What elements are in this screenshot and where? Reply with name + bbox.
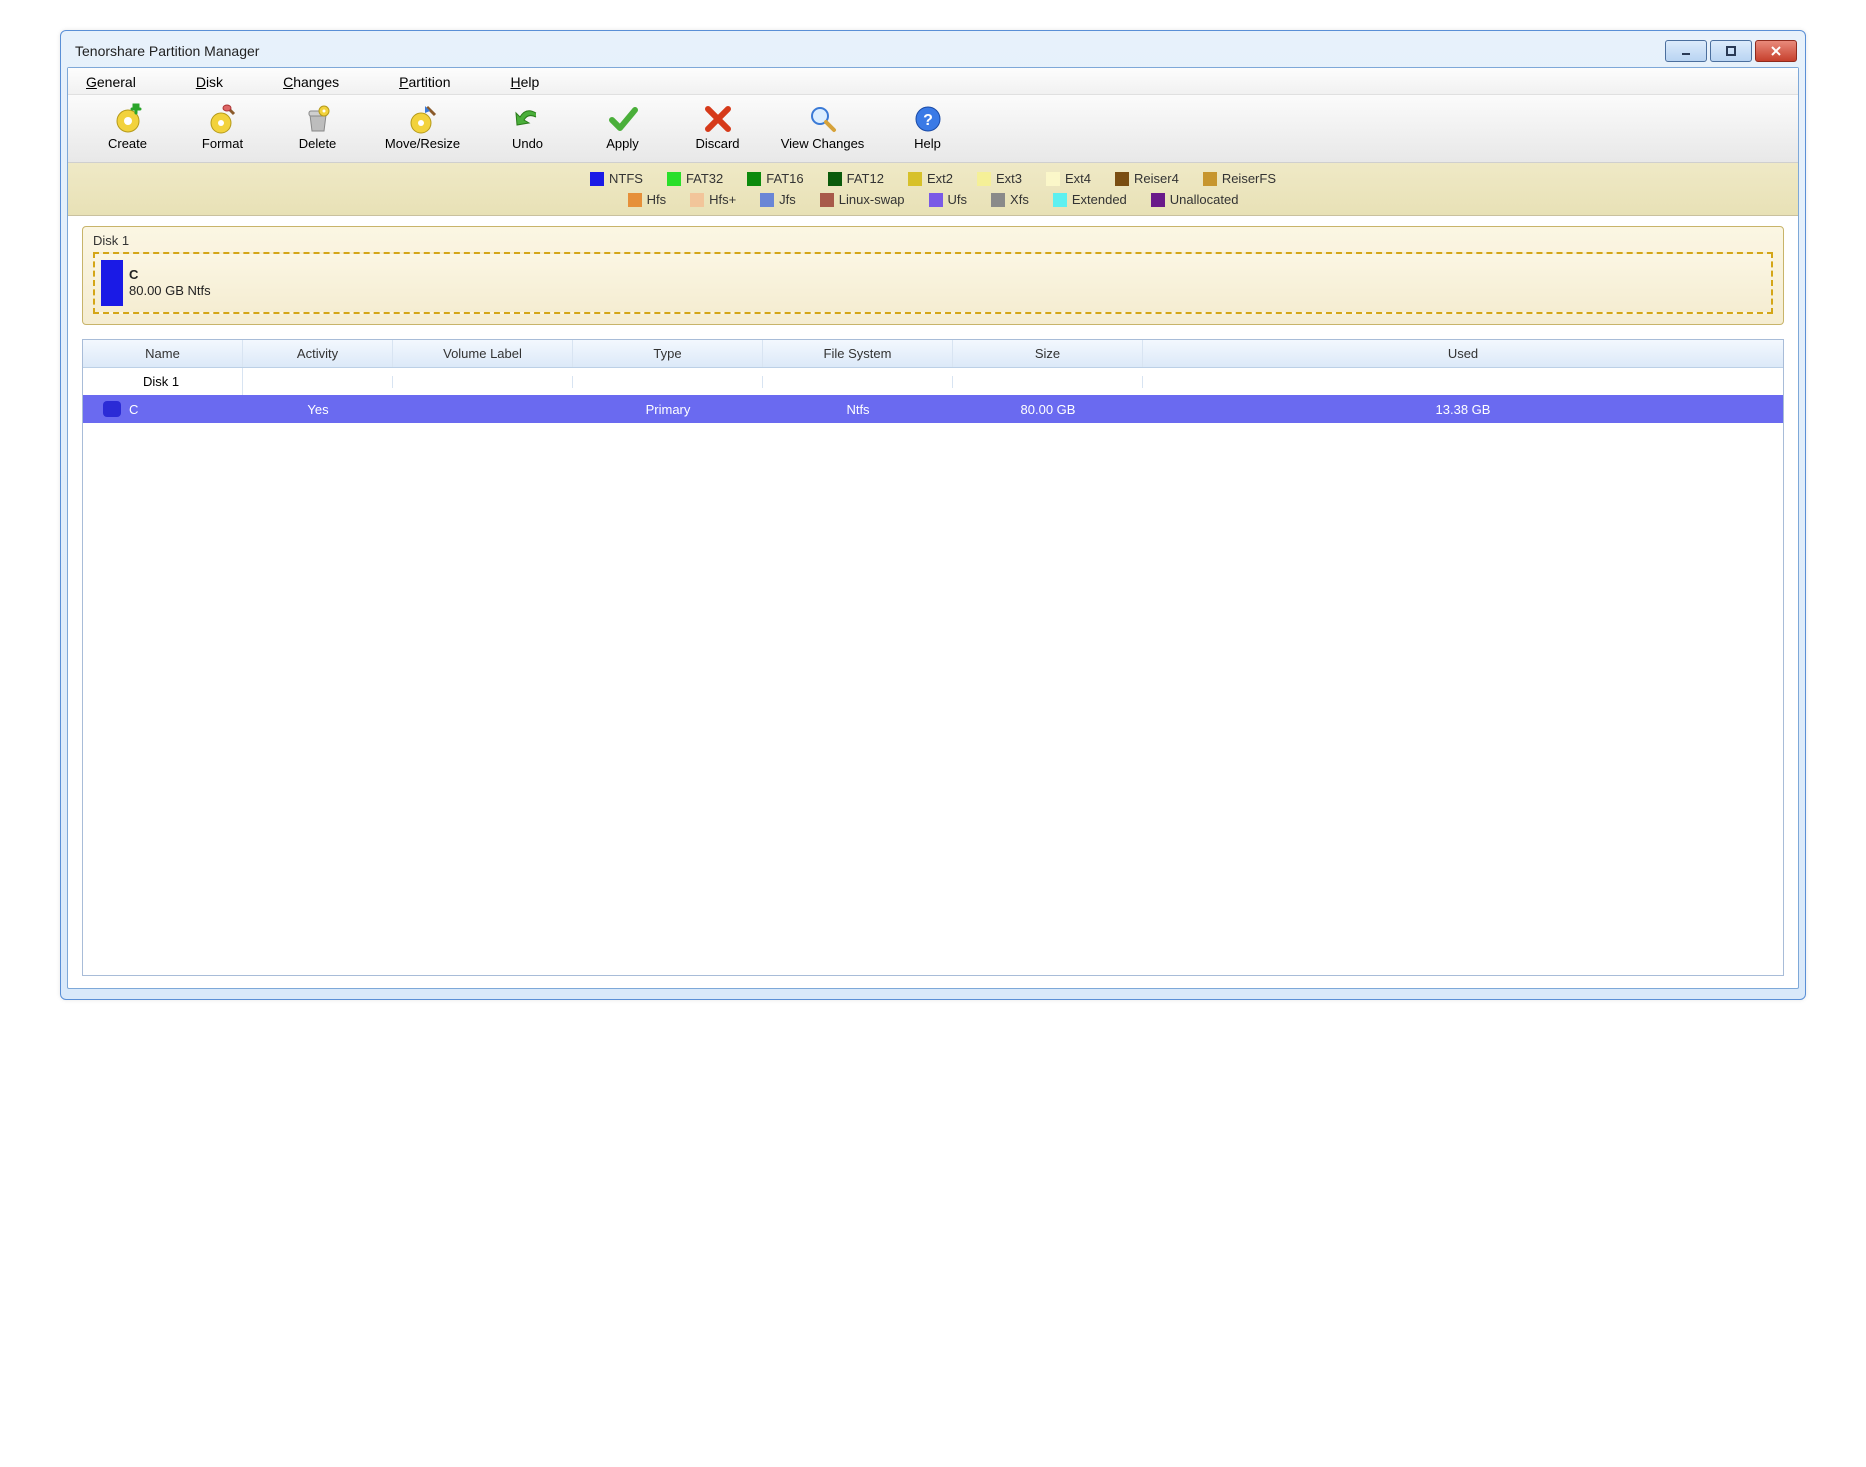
discard-button[interactable]: Discard	[670, 99, 765, 154]
titlebar: Tenorshare Partition Manager	[67, 37, 1799, 67]
legend-ext2: Ext2	[908, 171, 953, 186]
col-size[interactable]: Size	[953, 340, 1143, 367]
legend-extended: Extended	[1053, 192, 1127, 207]
help-icon: ?	[911, 102, 945, 136]
legend-linux-swap: Linux-swap	[820, 192, 905, 207]
create-icon	[111, 102, 145, 136]
apply-button[interactable]: Apply	[575, 99, 670, 154]
view-changes-label: View Changes	[781, 136, 865, 151]
col-used[interactable]: Used	[1143, 340, 1783, 367]
apply-icon	[606, 102, 640, 136]
table-header: Name Activity Volume Label Type File Sys…	[83, 340, 1783, 368]
legend-row-2: Hfs Hfs+ Jfs Linux-swap Ufs Xfs Extended…	[628, 192, 1239, 207]
legend-ntfs: NTFS	[590, 171, 643, 186]
move-resize-icon	[406, 102, 440, 136]
undo-icon	[511, 102, 545, 136]
partition-name: C	[129, 267, 211, 283]
format-button[interactable]: Format	[175, 99, 270, 154]
legend-jfs: Jfs	[760, 192, 796, 207]
legend-ufs: Ufs	[929, 192, 968, 207]
window-controls	[1662, 40, 1797, 62]
cell-type: Primary	[573, 396, 763, 423]
disk-panel: Disk 1 C 80.00 GB Ntfs	[82, 226, 1784, 325]
format-icon	[206, 102, 240, 136]
help-button[interactable]: ? Help	[880, 99, 975, 154]
legend-fat16: FAT16	[747, 171, 803, 186]
legend-row-1: NTFS FAT32 FAT16 FAT12 Ext2 Ext3 Ext4 Re…	[590, 171, 1276, 186]
apply-label: Apply	[606, 136, 639, 151]
move-resize-label: Move/Resize	[385, 136, 460, 151]
legend-fat12: FAT12	[828, 171, 884, 186]
delete-label: Delete	[299, 136, 337, 151]
partition-block-c[interactable]: C 80.00 GB Ntfs	[101, 260, 1765, 306]
menu-disk[interactable]: Disk	[196, 74, 223, 90]
drive-icon	[103, 401, 121, 417]
discard-label: Discard	[695, 136, 739, 151]
menubar: General Disk Changes Partition Help	[68, 68, 1798, 94]
group-label: Disk 1	[83, 368, 243, 395]
legend-xfs: Xfs	[991, 192, 1029, 207]
cell-file-system: Ntfs	[763, 396, 953, 423]
partition-table: Name Activity Volume Label Type File Sys…	[82, 339, 1784, 976]
maximize-button[interactable]	[1710, 40, 1752, 62]
table-row-c[interactable]: C Yes Primary Ntfs 80.00 GB 13.38 GB	[83, 395, 1783, 423]
app-window: Tenorshare Partition Manager General Dis…	[60, 30, 1806, 1000]
cell-activity: Yes	[243, 396, 393, 423]
disk-bar[interactable]: C 80.00 GB Ntfs	[93, 252, 1773, 314]
window-inner: General Disk Changes Partition Help Crea…	[67, 67, 1799, 989]
svg-text:?: ?	[923, 112, 933, 129]
format-label: Format	[202, 136, 243, 151]
close-button[interactable]	[1755, 40, 1797, 62]
table-body: Disk 1 C Yes Primary Ntfs 80.00 GB 13.38…	[83, 368, 1783, 975]
col-volume-label[interactable]: Volume Label	[393, 340, 573, 367]
cell-size: 80.00 GB	[953, 396, 1143, 423]
window-title: Tenorshare Partition Manager	[75, 43, 259, 59]
menu-general[interactable]: General	[86, 74, 136, 90]
legend-reiserfs: ReiserFS	[1203, 171, 1276, 186]
legend-ext4: Ext4	[1046, 171, 1091, 186]
discard-icon	[701, 102, 735, 136]
disk-label: Disk 1	[93, 233, 1773, 248]
filesystem-legend: NTFS FAT32 FAT16 FAT12 Ext2 Ext3 Ext4 Re…	[68, 163, 1798, 216]
col-file-system[interactable]: File System	[763, 340, 953, 367]
menu-partition[interactable]: Partition	[399, 74, 450, 90]
cell-name: C	[129, 402, 138, 417]
legend-reiser4: Reiser4	[1115, 171, 1179, 186]
delete-button[interactable]: Delete	[270, 99, 365, 154]
col-name[interactable]: Name	[83, 340, 243, 367]
minimize-button[interactable]	[1665, 40, 1707, 62]
legend-hfsplus: Hfs+	[690, 192, 736, 207]
legend-ext3: Ext3	[977, 171, 1022, 186]
legend-unallocated: Unallocated	[1151, 192, 1239, 207]
partition-color-swatch	[101, 260, 123, 306]
delete-icon	[301, 102, 335, 136]
table-group-disk1[interactable]: Disk 1	[83, 368, 1783, 395]
cell-volume-label	[393, 403, 573, 415]
undo-button[interactable]: Undo	[480, 99, 575, 154]
view-changes-icon	[806, 102, 840, 136]
col-type[interactable]: Type	[573, 340, 763, 367]
cell-used: 13.38 GB	[1143, 396, 1783, 423]
create-button[interactable]: Create	[80, 99, 175, 154]
menu-help[interactable]: Help	[511, 74, 540, 90]
help-label: Help	[914, 136, 941, 151]
undo-label: Undo	[512, 136, 543, 151]
legend-hfs: Hfs	[628, 192, 667, 207]
toolbar: Create Format Delete Move/Resize Undo Ap…	[68, 94, 1798, 163]
col-activity[interactable]: Activity	[243, 340, 393, 367]
legend-fat32: FAT32	[667, 171, 723, 186]
view-changes-button[interactable]: View Changes	[765, 99, 880, 154]
move-resize-button[interactable]: Move/Resize	[365, 99, 480, 154]
create-label: Create	[108, 136, 147, 151]
menu-changes[interactable]: Changes	[283, 74, 339, 90]
partition-text: C 80.00 GB Ntfs	[129, 267, 211, 298]
partition-detail: 80.00 GB Ntfs	[129, 283, 211, 299]
